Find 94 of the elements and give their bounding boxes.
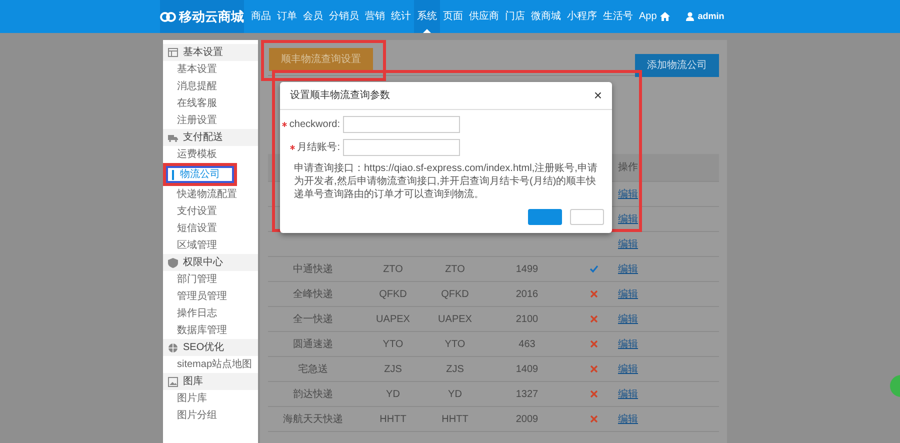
table-cell: QFKD [379,288,407,300]
table-cell: 1327 [516,388,538,400]
sidebar-item[interactable]: 短信设置 [163,220,258,237]
nav-tab[interactable]: 统计 [388,0,414,33]
table-cell: YTO [382,338,404,350]
input-field[interactable] [343,116,460,133]
confirm-button[interactable] [528,209,562,225]
table-cell: HHTT [380,414,406,424]
nav-tab[interactable]: 营销 [362,0,388,33]
table-cell: 1499 [516,264,538,274]
nav-tab[interactable]: 系统 [414,0,440,33]
truck-icon [168,132,178,142]
brand-name: 移动云商城 [179,8,244,26]
nav-tab[interactable]: 分销员 [326,0,362,33]
table-cell: 中通快递 [293,264,333,274]
edit-link[interactable]: 编辑 [618,314,638,324]
edit-link[interactable]: 编辑 [618,414,638,424]
help-text: 申请查询接口：https://qiao.sf-express.com/index.html,注册账号,申请为开发者,然后申请物流查询接口,并开启查询月结卡号(月结)的顺丰快递单号查询路由的订单才可以查询到物流。 [293,162,598,201]
edit-link[interactable]: 编辑 [618,214,638,224]
nav-tab[interactable]: 页面 [440,0,466,33]
table-cell: HHTT [442,414,468,424]
table-cell: ZTO [383,264,403,274]
nav-tab[interactable]: 订单 [274,0,300,33]
grid-icon [168,48,178,58]
sidebar-item[interactable]: 运费模板 [163,146,258,163]
image-icon [168,376,178,386]
sidebar-item[interactable]: 图片分组 [163,407,258,424]
user-name[interactable]: admin [698,10,724,24]
sidebar-item[interactable]: sitemap站点地图 [163,356,258,373]
brand-logo[interactable]: 移动云商城 [160,0,244,33]
column-header: 操作 [617,161,639,175]
nav-tab[interactable]: 会员 [300,0,326,33]
sidebar-item[interactable]: 管理员管理 [163,288,258,305]
table-cell: QFKD [441,288,469,300]
table-cell: 圆通速递 [293,338,333,350]
sidebar-item[interactable]: 支付设置 [163,203,258,220]
edit-link[interactable]: 编辑 [618,238,638,250]
help-link[interactable]: https://qiao.sf-express.com/index.html [364,163,532,174]
sidebar-group-title[interactable]: 图库 [183,374,203,389]
sidebar-item[interactable]: 快递物流配置 [163,186,258,203]
close-button[interactable]: × [594,85,602,106]
table-cell: ZJS [384,364,402,374]
cancel-button[interactable] [570,209,604,225]
nav-tab[interactable]: 门店 [502,0,528,33]
sidebar-item-label: 物流公司 [180,168,220,182]
nav-tab[interactable]: 商品 [248,0,274,33]
table-cell: 2100 [516,314,538,324]
home-icon[interactable] [660,12,670,21]
edit-link[interactable]: 编辑 [618,388,638,400]
sidebar-item[interactable]: 数据库管理 [163,322,258,339]
table-cell: 韵达快递 [293,388,333,400]
table-cell: UAPEX [376,314,410,324]
edit-link[interactable]: 编辑 [618,364,638,374]
sidebar-item[interactable]: 部门管理 [163,271,258,288]
table-cell: UAPEX [438,314,472,324]
table-cell: 2009 [516,414,538,424]
table-cell: YTO [444,338,466,350]
user-icon [686,12,694,21]
sidebar-item[interactable]: 消息提醒 [163,78,258,95]
edit-link[interactable]: 编辑 [618,288,638,300]
table-cell: ZTO [445,264,465,274]
sidebar-item[interactable]: 操作日志 [163,305,258,322]
nav-tab[interactable]: 小程序 [564,0,600,33]
add-company-button[interactable]: 添加物流公司 [635,54,719,77]
sidebar-item[interactable]: 图片库 [163,390,258,407]
table-cell: ZJS [446,364,464,374]
nav-tab[interactable]: 供应商 [466,0,502,33]
sidebar-item[interactable]: 基本设置 [163,61,258,78]
logo-icon [160,10,176,22]
sidebar-item[interactable]: 注册设置 [163,112,258,129]
edit-link[interactable]: 编辑 [618,264,638,274]
table-cell: 全一快递 [293,314,333,324]
sidebar-item[interactable]: 区域管理 [163,237,258,254]
table-cell: 463 [518,338,536,350]
field-label: 月结账号: [297,142,340,153]
field-label: checkword: [289,119,340,130]
table-cell: YD [448,388,462,400]
shield-icon [168,258,178,268]
sf-query-settings-button[interactable]: 顺丰物流查询设置 [269,48,373,71]
table-cell: YD [386,388,400,400]
edit-link[interactable]: 编辑 [618,338,638,350]
table-cell: 2016 [516,288,538,300]
edit-link[interactable]: 编辑 [618,188,638,200]
table-cell: 宅急送 [298,364,328,374]
table-cell: 全峰快递 [293,288,333,300]
nav-tab[interactable]: 生活号 [600,0,636,33]
nav-tab[interactable]: App [636,0,660,33]
sidebar-item[interactable]: 在线客服 [163,95,258,112]
input-field[interactable] [343,139,460,156]
table-cell: 1409 [516,364,538,374]
dialog-title: 设置顺丰物流查询参数 [290,88,390,103]
table-cell: 海航天天快递 [283,414,343,424]
nav-tab[interactable]: 微商城 [528,0,564,33]
globe-icon [168,342,178,352]
